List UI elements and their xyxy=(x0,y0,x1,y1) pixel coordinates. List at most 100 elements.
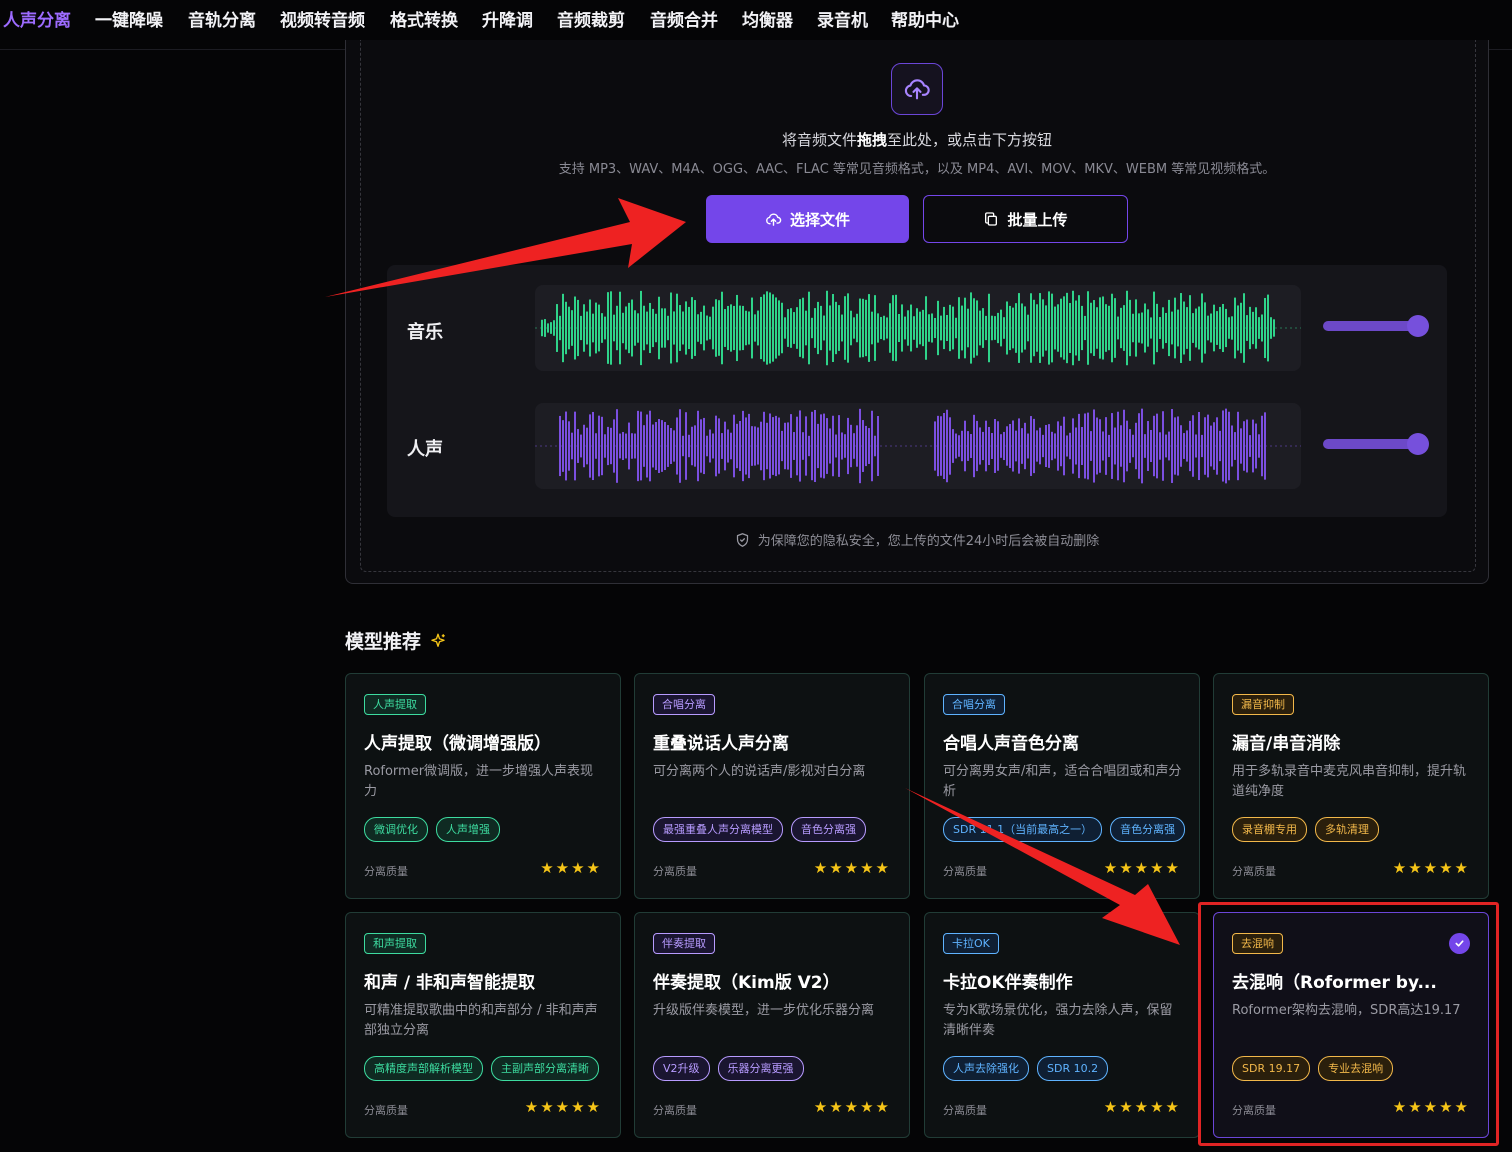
waveform-bar xyxy=(823,413,825,479)
waveform-bar xyxy=(1255,423,1257,469)
waveform-bar xyxy=(811,411,813,481)
waveform-bar xyxy=(778,300,780,356)
feature-chip: SDR 11.1（当前最高之一） xyxy=(943,817,1103,842)
waveform-bar xyxy=(637,410,639,482)
waveform-bar xyxy=(1162,307,1164,349)
waveform-bar xyxy=(592,411,594,481)
waveform-bar xyxy=(1147,309,1149,347)
star-icon: ★ xyxy=(875,859,891,877)
quality-rating-stars: ★★★★★ xyxy=(814,1098,891,1116)
waveform-bar xyxy=(1195,434,1197,458)
waveform-bar xyxy=(1234,432,1236,460)
model-title: 人声提取（微调增强版） xyxy=(364,734,551,754)
nav-item-audio-trim[interactable]: 音频裁剪 xyxy=(557,6,625,31)
model-title: 卡拉OK伴奏制作 xyxy=(943,973,1073,993)
privacy-notice: 为保障您的隐私安全，您上传的文件24小时后会被自动删除 xyxy=(0,530,1512,549)
waveform-bar xyxy=(736,294,738,362)
waveform-bar xyxy=(766,291,768,365)
nav-item-track-separation[interactable]: 音轨分离 xyxy=(188,6,256,31)
model-card[interactable]: 伴奏提取 伴奏提取（Kim版 V2） 升级版伴奏模型，进一步优化乐器分离 V2升级 乐器… xyxy=(634,912,910,1138)
waveform-bar xyxy=(1066,435,1068,457)
waveform-bar xyxy=(799,299,801,357)
waveform-bar xyxy=(1171,311,1173,345)
waveform-bar xyxy=(1123,305,1125,351)
model-card[interactable]: 漏音抑制 漏音/串音消除 用于多轨录音中麦克风串音抑制，提升轨道纯净度 录音棚专用 多轨… xyxy=(1213,673,1489,899)
waveform-bar xyxy=(955,317,957,339)
waveform-bar xyxy=(1027,433,1029,459)
waveform-bar xyxy=(1003,431,1005,461)
nav-item-recorder[interactable]: 录音机 xyxy=(817,6,868,31)
waveform-bar xyxy=(1231,316,1233,340)
waveform-bar xyxy=(1105,417,1107,475)
waveform-bar xyxy=(886,317,888,339)
waveform-bar xyxy=(1219,430,1221,462)
waveform-bar xyxy=(898,313,900,343)
waveform-bar xyxy=(946,315,948,341)
batch-upload-button[interactable]: 批量上传 xyxy=(923,195,1128,243)
waveform-bar xyxy=(1228,411,1230,481)
nav-item-audio-merge[interactable]: 音频合并 xyxy=(650,6,718,31)
model-feature-chips: V2升级 乐器分离更强 xyxy=(653,1056,804,1081)
waveform-bar xyxy=(1099,297,1101,359)
waveform-bar xyxy=(688,434,690,458)
waveform-bar xyxy=(1093,300,1095,356)
waveform-bar xyxy=(652,424,654,468)
nav-item-format-convert[interactable]: 格式转换 xyxy=(390,6,458,31)
quality-label: 分离质量 xyxy=(943,1104,987,1117)
waveform-bar xyxy=(1066,292,1068,364)
nav-item-video-to-audio[interactable]: 视频转音频 xyxy=(280,6,365,31)
waveform-bar xyxy=(841,314,843,342)
waveform-bar xyxy=(1018,293,1020,363)
waveform-bar xyxy=(1261,415,1263,477)
nav-item-pitch-shift[interactable]: 升降调 xyxy=(482,6,533,31)
waveform-bar xyxy=(598,304,600,352)
star-icon: ★ xyxy=(1134,859,1151,877)
model-card[interactable]: 合唱分离 重叠说话人声分离 可分离两个人的说话声/影视对白分离 最强重叠人声分离模型音… xyxy=(634,673,910,899)
waveform-bar xyxy=(937,300,939,356)
nav-item-vocal-separation[interactable]: 人声分离 xyxy=(3,6,71,31)
waveform-bar xyxy=(748,311,750,345)
waveform-bar xyxy=(835,301,837,355)
waveform-bar xyxy=(559,415,561,477)
nav-item-help-center[interactable]: 帮助中心 xyxy=(891,6,959,31)
waveform-bar xyxy=(1069,303,1071,353)
model-card[interactable]: 合唱分离 合唱人声音色分离 可分离男女声/和声，适合合唱团或和声分析 SDR 11.1… xyxy=(924,673,1200,899)
model-description: 可精准提取歌曲中的和声部分 / 非和声声部独立分离 xyxy=(364,1003,598,1038)
waveform-bar xyxy=(1273,319,1275,337)
nav-item-denoise[interactable]: 一键降噪 xyxy=(95,6,163,31)
waveform-bar xyxy=(733,414,735,478)
waveform-bar xyxy=(1153,415,1155,477)
feature-chip: 最强重叠人声分离模型 xyxy=(653,817,783,842)
model-card[interactable]: 卡拉OK 卡拉OK伴奏制作 专为K歌场景优化，强力去除人声，保留清晰伴奏 人声去除强化… xyxy=(924,912,1200,1138)
model-card[interactable]: 和声提取 和声 / 非和声智能提取 可精准提取歌曲中的和声部分 / 非和声声部独立分… xyxy=(345,912,621,1138)
waveform-bar xyxy=(1153,291,1155,365)
star-icon: ★ xyxy=(829,1098,845,1116)
nav-item-equalizer[interactable]: 均衡器 xyxy=(742,6,793,31)
cloud-upload-icon[interactable] xyxy=(891,63,943,115)
waveform-bar xyxy=(949,304,951,352)
waveform-bar xyxy=(982,431,984,461)
model-feature-chips: 人声去除强化 SDR 10.2 xyxy=(943,1056,1109,1081)
star-icon: ★ xyxy=(1392,859,1409,877)
supported-formats: 支持 MP3、WAV、M4A、OGG、AAC、FLAC 等常见音频格式，以及 M… xyxy=(558,162,1276,177)
music-volume-knob[interactable] xyxy=(1407,315,1429,337)
vocal-volume-knob[interactable] xyxy=(1407,433,1429,455)
waveform-bar xyxy=(1102,296,1104,360)
waveform-bar xyxy=(1264,412,1266,480)
waveform-bar xyxy=(865,299,867,357)
waveform-bar xyxy=(847,293,849,363)
model-card[interactable]: 人声提取 人声提取（微调增强版） Roformer微调版，进一步增强人声表现力 微调优… xyxy=(345,673,621,899)
waveform-bar xyxy=(541,319,543,337)
star-icon: ★ xyxy=(540,859,556,877)
model-category-tag: 合唱分离 xyxy=(943,694,1005,715)
waveform-bar xyxy=(775,297,777,359)
model-feature-chips: 最强重叠人声分离模型 音色分离强 xyxy=(653,817,866,842)
select-file-button[interactable]: 选择文件 xyxy=(706,195,909,243)
waveform-bar xyxy=(1177,309,1179,347)
model-description: 可分离男女声/和声，适合合唱团或和声分析 xyxy=(943,764,1182,799)
waveform-bar xyxy=(619,291,621,365)
waveform-bar xyxy=(1180,293,1182,363)
waveform-bar xyxy=(1189,420,1191,472)
waveform-bar xyxy=(943,413,945,479)
waveform-bar xyxy=(583,424,585,468)
